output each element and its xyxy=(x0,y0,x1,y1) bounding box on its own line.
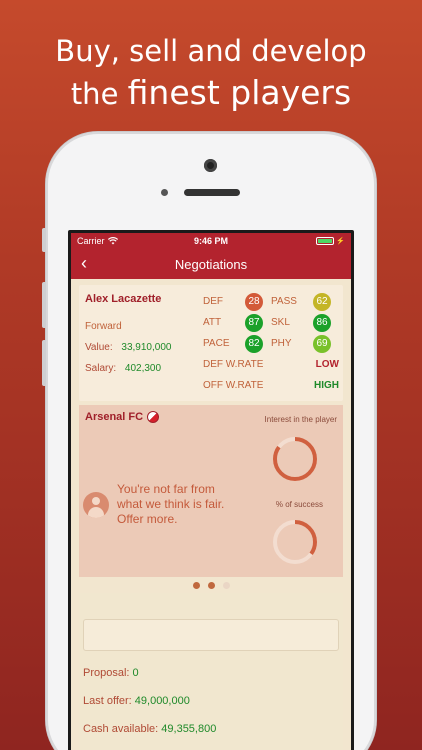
navigation-bar: ‹ Negotiations xyxy=(71,249,351,279)
negotiation-content: Alex Lacazette Forward Value: 33,910,000… xyxy=(71,279,351,750)
last-offer-value: 49,000,000 xyxy=(134,695,190,707)
phone-screen: Carrier 9:46 PM ⚡ ‹ Negotiations Alex La xyxy=(68,230,354,750)
status-bar: Carrier 9:46 PM ⚡ xyxy=(71,233,351,249)
status-time: 9:46 PM xyxy=(193,236,228,246)
proposal-value: 0 xyxy=(132,667,139,679)
def-work-rate-row: DEF W.RATE LOW xyxy=(203,354,339,375)
stat-label-def: DEF xyxy=(203,296,223,307)
stat-row: DEF 28 PASS 62 xyxy=(203,291,339,312)
success-ring xyxy=(273,520,317,564)
headline-line1: Buy, sell and develop xyxy=(55,34,367,68)
stat-label-pace: PACE xyxy=(203,338,230,349)
page-dot[interactable] xyxy=(207,582,215,589)
headline-line2: the finest players xyxy=(0,72,422,115)
phone-frame: Carrier 9:46 PM ⚡ ‹ Negotiations Alex La xyxy=(42,132,376,750)
stat-badge-pace: 82 xyxy=(245,334,263,353)
last-offer-label: Last offer: xyxy=(83,695,132,707)
page-dot[interactable] xyxy=(192,582,200,589)
def-work-rate-label: DEF W.RATE xyxy=(203,359,264,370)
proximity-sensor xyxy=(161,189,168,196)
battery-icon xyxy=(316,237,335,245)
headline-line2-prefix: the xyxy=(70,77,119,111)
page-indicator[interactable] xyxy=(79,582,343,590)
off-work-rate-label: OFF W.RATE xyxy=(203,380,264,391)
stat-label-phy: PHY xyxy=(271,338,292,349)
stat-badge-att: 87 xyxy=(245,313,263,332)
club-message: You're not far from what we think is fai… xyxy=(117,482,225,526)
cash-value: 49,355,800 xyxy=(161,723,217,735)
page-dot[interactable] xyxy=(222,582,230,589)
headline: Buy, sell and develop the finest players xyxy=(0,30,422,115)
club-crest-icon xyxy=(147,411,160,423)
proposal-row: Proposal: 0 xyxy=(83,667,339,679)
headline-line2-emphasis: finest players xyxy=(127,73,352,112)
volume-up-button xyxy=(42,282,46,328)
last-offer-row: Last offer: 49,000,000 xyxy=(83,695,339,707)
stat-row: ATT 87 SKL 86 xyxy=(203,312,339,333)
stat-badge-def: 28 xyxy=(245,292,263,311)
player-value: 33,910,000 xyxy=(121,342,172,353)
player-card: Alex Lacazette Forward Value: 33,910,000… xyxy=(79,285,343,401)
def-work-rate-value: LOW xyxy=(315,359,339,370)
stat-badge-pass: 62 xyxy=(313,292,331,311)
interest-label: Interest in the player xyxy=(264,415,337,424)
player-value-label: Value: xyxy=(85,342,113,353)
nav-title: Negotiations xyxy=(174,256,248,272)
player-stats: DEF 28 PASS 62 ATT 87 SKL 86 PACE 82 PHY… xyxy=(203,291,339,396)
club-name: Arsenal FC xyxy=(85,411,144,423)
cash-label: Cash available: xyxy=(83,723,159,735)
earpiece-speaker xyxy=(184,189,240,196)
stat-label-att: ATT xyxy=(203,317,222,328)
proposal-label: Proposal: xyxy=(83,667,130,679)
stat-row: PACE 82 PHY 69 xyxy=(203,333,339,354)
stat-badge-skl: 86 xyxy=(313,313,331,332)
offer-card: Proposal: 0 Last offer: 49,000,000 Cash … xyxy=(79,593,343,750)
proposal-input[interactable] xyxy=(83,619,339,651)
off-work-rate-row: OFF W.RATE HIGH xyxy=(203,375,339,396)
interest-ring xyxy=(273,437,317,481)
volume-down-button xyxy=(42,340,46,386)
back-chevron-icon[interactable]: ‹ xyxy=(81,253,87,273)
player-salary-label: Salary: xyxy=(85,363,117,374)
mute-switch xyxy=(42,228,46,252)
player-salary: 402,300 xyxy=(124,363,162,374)
app-screen: Carrier 9:46 PM ⚡ ‹ Negotiations Alex La xyxy=(71,233,351,750)
agent-avatar xyxy=(83,492,109,518)
stat-label-pass: PASS xyxy=(271,296,297,307)
cash-row: Cash available: 49,355,800 xyxy=(83,723,339,735)
success-label: % of success xyxy=(275,500,323,509)
stat-label-skl: SKL xyxy=(271,317,290,328)
front-camera xyxy=(204,159,217,172)
off-work-rate-value: HIGH xyxy=(314,380,339,391)
club-response-card[interactable]: Arsenal FC Interest in the player % of s… xyxy=(79,405,343,577)
stat-badge-phy: 69 xyxy=(313,334,331,353)
